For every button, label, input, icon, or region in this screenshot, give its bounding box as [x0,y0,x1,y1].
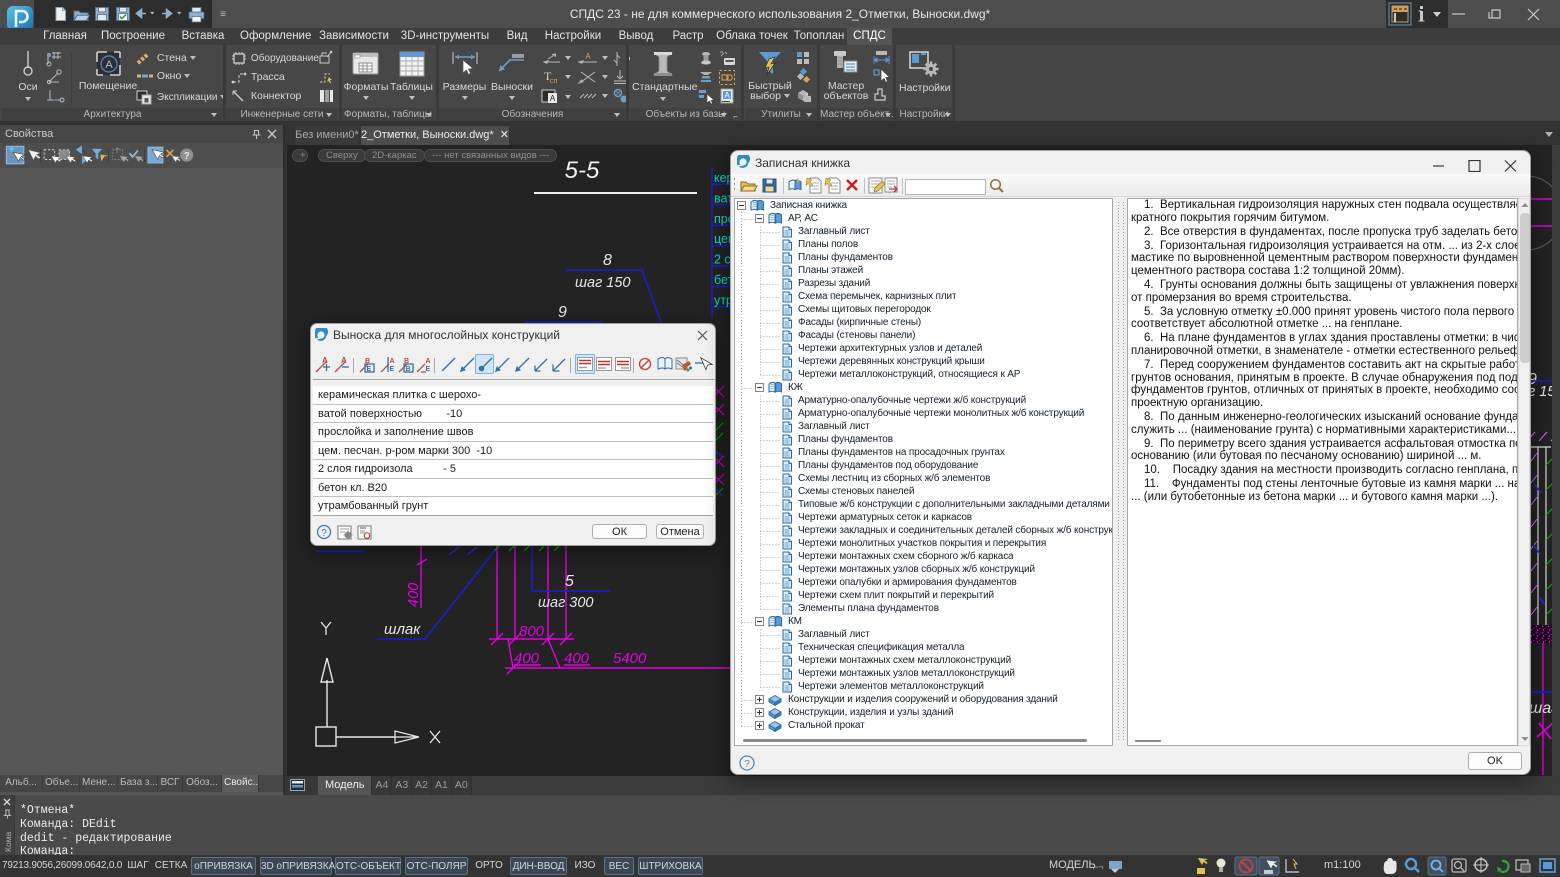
svg-text:8: 8 [603,252,612,269]
svg-text:сп: сп [550,78,558,85]
svg-text:5400: 5400 [613,650,647,667]
svg-text:B: B [406,366,411,373]
svg-text:A: A [550,94,556,103]
svg-text:E: E [426,366,431,373]
svg-text:?: ? [744,759,750,770]
svg-text:шаг 300: шаг 300 [538,595,593,611]
svg-text:9: 9 [558,304,567,321]
svg-text:?: ? [184,151,190,162]
svg-text:?: ? [321,528,327,539]
svg-text:E: E [390,366,395,373]
svg-text:A: A [585,52,591,61]
svg-text:E: E [367,366,372,373]
svg-text:⌐¬: ⌐¬ [1093,862,1104,872]
svg-text:шлак: шлак [384,621,421,638]
svg-text:400: 400 [514,650,540,667]
svg-text:A: A [105,59,113,71]
svg-text:A: A [426,358,431,365]
svg-text:5: 5 [565,573,574,590]
svg-text:800: 800 [519,623,545,640]
svg-text:Кома: Кома [3,831,13,852]
svg-text:400: 400 [564,650,590,667]
svg-text:A: A [341,356,347,365]
svg-text:5-5: 5-5 [565,157,600,184]
svg-text:шаг 150: шаг 150 [575,275,630,291]
svg-text:400: 400 [406,583,422,607]
svg-text:A: A [390,358,395,365]
svg-text:A: A [724,91,730,100]
svg-text:A: A [322,356,328,365]
